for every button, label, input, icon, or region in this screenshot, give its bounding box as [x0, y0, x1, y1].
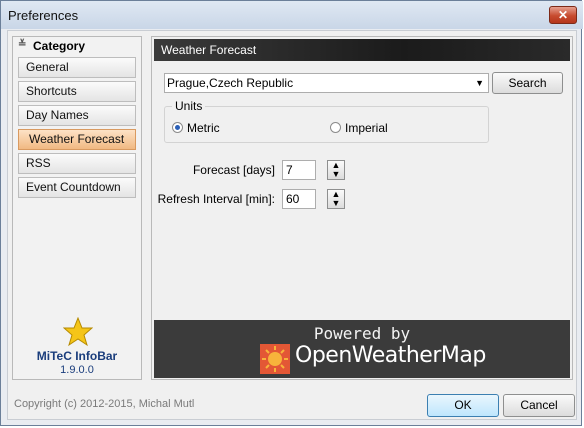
- close-button[interactable]: ✕: [549, 6, 577, 24]
- category-label: Category: [33, 39, 86, 53]
- star-icon: [63, 317, 93, 347]
- panel-title: Weather Forecast: [154, 39, 570, 61]
- cancel-button[interactable]: Cancel: [503, 394, 575, 417]
- ok-button[interactable]: OK: [427, 394, 499, 417]
- sidebar-item-rss[interactable]: RSS: [18, 153, 136, 174]
- sidebar-item-shortcuts[interactable]: Shortcuts: [18, 81, 136, 102]
- powered-by-text: Powered by: [313, 324, 411, 343]
- brand-version: 1.9.0.0: [60, 364, 94, 376]
- close-icon: ✕: [557, 8, 569, 22]
- refresh-interval-input[interactable]: 60: [282, 189, 316, 209]
- radio-selected-icon: [172, 122, 183, 133]
- forecast-days-spinner[interactable]: ▲ ▼: [327, 160, 345, 180]
- category-header[interactable]: ≚ Category: [13, 37, 141, 55]
- radio-unselected-icon: [330, 122, 341, 133]
- location-value: Prague,Czech Republic: [167, 76, 294, 90]
- forecast-days-input[interactable]: 7: [282, 160, 316, 180]
- sidebar-item-event-countdown[interactable]: Event Countdown: [18, 177, 136, 198]
- copyright-text: Copyright (c) 2012-2015, Michal Mutl: [14, 398, 195, 410]
- units-legend: Units: [172, 99, 206, 113]
- search-button[interactable]: Search: [492, 72, 563, 94]
- sidebar-item-weather-forecast[interactable]: Weather Forecast: [18, 129, 136, 150]
- units-group: Units Metric Imperial: [164, 99, 489, 143]
- preferences-window: Preferences ✕ ≚ Category General Shortcu…: [0, 0, 583, 426]
- dropdown-arrow-icon[interactable]: ▼: [475, 74, 484, 92]
- window-title: Preferences: [8, 8, 79, 23]
- openweathermap-brand: OpenWeatherMap: [295, 343, 486, 368]
- powered-by-banner[interactable]: Powered by OpenWeatherMap: [154, 320, 570, 378]
- category-sidebar: ≚ Category General Shortcuts Day Names W…: [12, 36, 142, 380]
- imperial-label: Imperial: [345, 121, 388, 135]
- refresh-interval-label: Refresh Interval [min]:: [157, 192, 275, 206]
- refresh-interval-spinner[interactable]: ▲ ▼: [327, 189, 345, 209]
- brand-name: MiTeC InfoBar: [36, 349, 118, 363]
- weather-forecast-panel: Weather Forecast Prague,Czech Republic ▼…: [151, 36, 573, 380]
- chevron-double-down-icon: ≚: [18, 39, 27, 50]
- sidebar-item-day-names[interactable]: Day Names: [18, 105, 136, 126]
- forecast-days-label: Forecast [days]: [192, 163, 275, 177]
- metric-label: Metric: [187, 121, 220, 135]
- location-combobox[interactable]: Prague,Czech Republic ▼: [164, 73, 489, 93]
- openweathermap-sun-icon: [260, 344, 290, 374]
- sidebar-item-general[interactable]: General: [18, 57, 136, 78]
- title-bar: Preferences ✕: [1, 1, 583, 29]
